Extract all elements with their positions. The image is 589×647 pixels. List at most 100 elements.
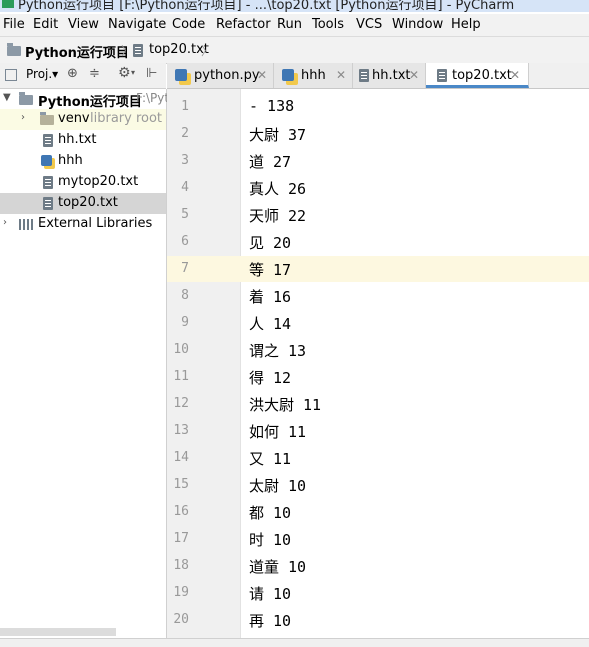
line-number: 3 [181,153,189,168]
code-line[interactable]: 道 27 [249,151,291,172]
menu-vcs[interactable]: VCS [356,17,382,32]
code-line[interactable]: 大尉 37 [249,124,306,145]
close-icon[interactable]: ✕ [510,68,520,82]
line-number: 2 [181,126,189,141]
line-number: 16 [173,504,189,519]
line-number: 13 [173,423,189,438]
code-line[interactable]: 再 10 [249,610,291,631]
code-line[interactable]: 太尉 10 [249,475,306,496]
text-file-icon [43,176,53,189]
python-file-icon [175,69,187,81]
folder-icon [40,112,54,125]
line-number: 17 [173,531,189,546]
tree-label: hhh [58,153,83,168]
menu-bar: File Edit View Navigate Code Refactor Ru… [0,14,589,36]
code-line[interactable]: 如何 11 [249,421,306,442]
tab-label: hhh [301,68,326,83]
collapse-all-icon[interactable]: ≑ [89,66,100,81]
breadcrumb-project[interactable]: Python运行项目 [25,42,129,61]
tab-label: hh.txt [372,68,411,83]
tree-item-root[interactable]: ▼ Python运行项目 F:\Pyt [0,89,169,110]
code-line[interactable]: 道童 10 [249,556,306,577]
tree-label: Python运行项目 [38,95,142,110]
project-view-selector[interactable]: Proj.▾ [26,67,58,81]
python-file-icon [41,155,52,166]
scroll-from-source-icon[interactable]: ⊕ [67,66,78,81]
line-number: 8 [181,288,189,303]
tab-python-py[interactable]: python.py ✕ [167,63,274,88]
code-line[interactable]: 真人 26 [249,178,306,199]
line-number: 1 [181,99,189,114]
code-line[interactable]: 天师 22 [249,205,306,226]
code-line[interactable]: 谓之 13 [249,340,306,361]
expand-arrow-icon[interactable]: › [21,112,25,123]
navigation-bar: Python运行项目 〉 top20.txt 〉 [0,36,589,64]
code-line[interactable]: 时 10 [249,529,291,550]
close-icon[interactable]: ✕ [257,68,267,82]
menu-edit[interactable]: Edit [33,17,58,32]
editor-tabs: python.py ✕ hhh ✕ hh.txt ✕ top20.txt ✕ [167,63,589,89]
close-icon[interactable]: ✕ [409,68,419,82]
code-line[interactable]: 得 12 [249,367,291,388]
line-number: 5 [181,207,189,222]
text-file-icon [43,134,53,147]
menu-tools[interactable]: Tools [312,17,344,32]
tab-top20-txt[interactable]: top20.txt ✕ [426,63,529,88]
menu-code[interactable]: Code [172,17,205,32]
line-number: 11 [173,369,189,384]
gear-icon[interactable]: ⚙ [118,65,131,81]
close-icon[interactable]: ✕ [336,68,346,82]
menu-run[interactable]: Run [277,17,302,32]
code-line[interactable]: 见 20 [249,232,291,253]
code-line[interactable]: 着 16 [249,286,291,307]
window-title: Python运行项目 [F:\Python运行项目] - ...\top20.t… [18,0,515,12]
python-file-icon [282,69,294,81]
menu-refactor[interactable]: Refactor [216,17,271,32]
tree-item-mytop20-txt[interactable]: mytop20.txt [0,172,166,193]
tree-label: hh.txt [58,132,97,147]
breadcrumb-file[interactable]: top20.txt [149,42,209,57]
tree-note: library root [90,111,163,126]
horizontal-scrollbar[interactable] [0,628,116,636]
tab-label: python.py [194,68,260,83]
menu-file[interactable]: File [3,17,25,32]
menu-view[interactable]: View [68,17,99,32]
code-line[interactable]: - 138 [249,97,294,115]
tree-item-top20-txt[interactable]: top20.txt [0,193,166,214]
library-icon [19,219,33,230]
line-number: 18 [173,558,189,573]
tree-item-external-libraries[interactable]: › External Libraries [0,214,166,235]
breadcrumb-chevron-icon: 〉 [201,44,214,58]
tree-item-hh-txt[interactable]: hh.txt [0,130,166,151]
hide-panel-icon[interactable]: ⊩ [146,66,157,81]
line-number: 15 [173,477,189,492]
pycharm-icon [2,0,14,8]
project-view-icon [5,69,17,81]
code-line[interactable]: 等 17 [249,259,291,280]
chevron-down-icon[interactable]: ▾ [131,68,135,77]
tree-item-venv[interactable]: › venv library root [0,109,166,130]
text-file-icon [133,44,143,57]
tab-hhh[interactable]: hhh ✕ [274,63,353,88]
code-line[interactable]: 洪大尉 11 [249,394,321,415]
text-file-icon [359,69,369,82]
menu-navigate[interactable]: Navigate [108,17,166,32]
code-line[interactable]: 又 11 [249,448,291,469]
tree-item-hhh[interactable]: hhh [0,151,166,172]
expand-arrow-icon[interactable]: ▼ [3,92,11,103]
tab-label: top20.txt [452,68,512,83]
tree-label: venv [58,111,90,126]
code-line[interactable]: 都 10 [249,502,291,523]
line-number: 4 [181,180,189,195]
expand-arrow-icon[interactable]: › [3,217,7,228]
menu-help[interactable]: Help [451,17,481,32]
code-line[interactable]: 人 14 [249,313,291,334]
line-number: 9 [181,315,189,330]
caret-line-highlight [167,256,589,282]
breadcrumb-chevron-icon: 〉 [121,44,134,58]
code-line[interactable]: 请 10 [249,583,291,604]
folder-icon [19,92,33,105]
tab-hh-txt[interactable]: hh.txt ✕ [353,63,426,88]
menu-window[interactable]: Window [392,17,443,32]
line-number: 14 [173,450,189,465]
